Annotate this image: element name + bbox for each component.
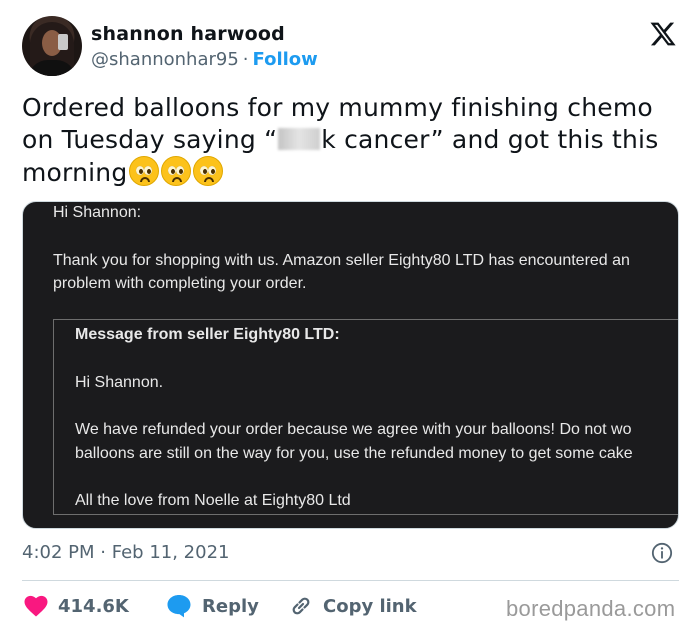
pleading-face-icon bbox=[193, 156, 224, 186]
emoji-group bbox=[127, 156, 224, 194]
copy-link-button[interactable]: Copy link bbox=[289, 592, 417, 620]
seller-line-1: We have refunded your order because we a… bbox=[75, 421, 632, 438]
avatar[interactable] bbox=[22, 16, 82, 76]
email-line-2: problem with completing your order. bbox=[53, 275, 307, 292]
email-line-1: Thank you for shopping with us. Amazon s… bbox=[53, 252, 630, 269]
pleading-face-icon bbox=[129, 156, 160, 186]
like-count: 414.6K bbox=[58, 595, 129, 617]
author-handle-row: @shannonhar95 · Follow bbox=[91, 49, 318, 70]
reply-button[interactable]: Reply bbox=[166, 592, 259, 620]
divider bbox=[22, 580, 679, 581]
author-name[interactable]: shannon harwood bbox=[91, 23, 285, 45]
email-greeting: Hi Shannon: bbox=[53, 204, 142, 221]
heart-icon bbox=[24, 595, 48, 617]
tweet-timestamp[interactable]: 4:02 PM · Feb 11, 2021 bbox=[22, 542, 229, 563]
tweet-time: 4:02 PM bbox=[22, 542, 95, 563]
censored-word bbox=[278, 128, 321, 150]
pleading-face-icon bbox=[161, 156, 192, 186]
seller-greeting: Hi Shannon. bbox=[75, 374, 164, 391]
seller-message-box bbox=[53, 319, 678, 515]
copy-link-label: Copy link bbox=[323, 595, 417, 617]
seller-message-header: Message from seller Eighty80 LTD: bbox=[75, 326, 340, 343]
like-button[interactable]: 414.6K bbox=[24, 592, 129, 620]
author-handle[interactable]: @shannonhar95 bbox=[91, 49, 239, 70]
link-icon bbox=[292, 597, 310, 615]
seller-signoff: All the love from Noelle at Eighty80 Ltd bbox=[75, 492, 351, 509]
follow-button[interactable]: Follow bbox=[253, 49, 318, 70]
x-logo-icon[interactable] bbox=[649, 20, 677, 48]
handle-separator: · bbox=[242, 49, 249, 70]
tweet-text: Ordered balloons for my mummy finishing … bbox=[22, 92, 682, 194]
info-icon[interactable] bbox=[651, 542, 673, 564]
watermark: boredpanda.com bbox=[506, 596, 676, 621]
email-screenshot-image[interactable]: Hi Shannon: Thank you for shopping with … bbox=[22, 201, 679, 529]
meta-separator: · bbox=[100, 542, 106, 563]
reply-bubble-icon bbox=[167, 595, 191, 618]
reply-label: Reply bbox=[202, 595, 259, 617]
seller-line-2: balloons are still on the way for you, u… bbox=[75, 445, 633, 462]
tweet-header: shannon harwood @shannonhar95 · Follow bbox=[22, 14, 682, 80]
tweet-date: Feb 11, 2021 bbox=[111, 542, 230, 563]
